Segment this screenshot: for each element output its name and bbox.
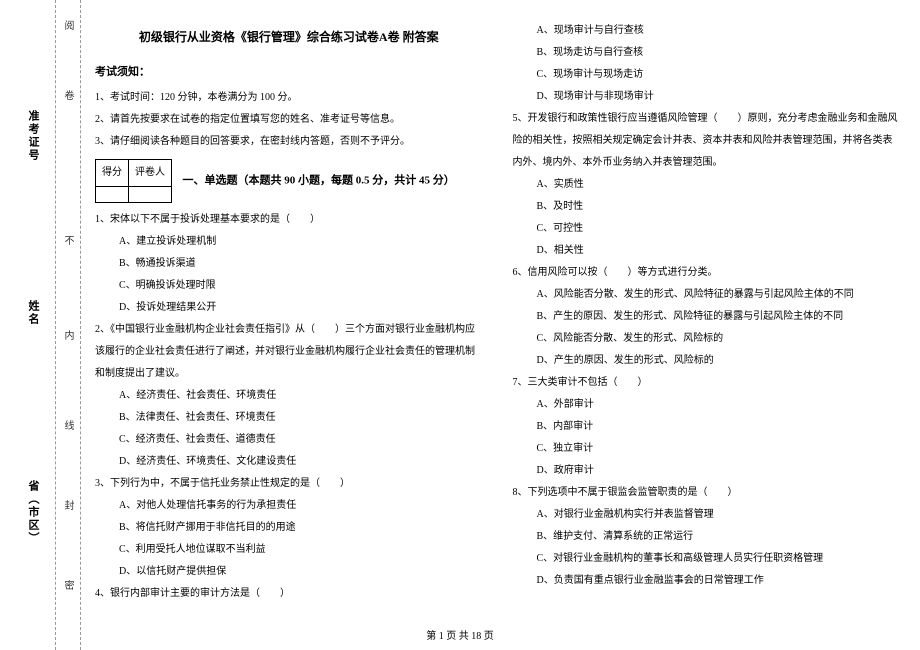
question-stem: 5、开发银行和政策性银行应当遵循风险管理（ ）原则，充分考虑金融业务和金融风险的… xyxy=(513,108,901,174)
score-cell xyxy=(96,186,129,202)
dash-label: 卷 xyxy=(60,90,75,106)
question-stem: 8、下列选项中不属于银监会监管职责的是（ ） xyxy=(513,482,901,504)
right-column: A、现场审计与自行查核B、现场走访与自行查核C、现场审计与现场走访D、现场审计与… xyxy=(513,20,901,620)
option: D、产生的原因、发生的形式、风险标的 xyxy=(537,350,901,372)
notice-heading: 考试须知： xyxy=(95,60,483,84)
exam-title: 初级银行从业资格《银行管理》综合练习试卷A卷 附答案 xyxy=(95,24,483,50)
option: A、对银行业金融机构实行并表监督管理 xyxy=(537,504,901,526)
option: A、实质性 xyxy=(537,174,901,196)
binding-sidebar: 阅 卷 不 内 线 封 密 准考证号 姓名 省（市区） xyxy=(0,0,85,650)
option: A、建立投诉处理机制 xyxy=(119,231,483,253)
notice-line: 1、考试时间：120 分钟，本卷满分为 100 分。 xyxy=(95,87,483,109)
option: B、产生的原因、发生的形式、风险特征的暴露与引起风险主体的不同 xyxy=(537,306,901,328)
option: B、内部审计 xyxy=(537,416,901,438)
option: B、维护支付、清算系统的正常运行 xyxy=(537,526,901,548)
option: B、及时性 xyxy=(537,196,901,218)
dash-label: 封 xyxy=(60,500,75,516)
score-row: 得分 评卷人 一、单选题（本题共 90 小题，每题 0.5 分，共计 45 分） xyxy=(95,153,483,209)
option: D、以信托财产提供担保 xyxy=(119,561,483,583)
page-footer: 第 1 页 共 18 页 xyxy=(0,627,920,642)
option: D、投诉处理结果公开 xyxy=(119,297,483,319)
score-table: 得分 评卷人 xyxy=(95,159,172,203)
left-column: 初级银行从业资格《银行管理》综合练习试卷A卷 附答案 考试须知： 1、考试时间：… xyxy=(95,20,483,620)
option: B、法律责任、社会责任、环境责任 xyxy=(119,407,483,429)
field-exam-id: 准考证号 xyxy=(25,110,41,162)
option: A、现场审计与自行查核 xyxy=(537,20,901,42)
question-stem: 2、《中国银行业金融机构企业社会责任指引》从（ ）三个方面对银行业金融机构应该履… xyxy=(95,319,483,385)
option: A、风险能否分散、发生的形式、风险特征的暴露与引起风险主体的不同 xyxy=(537,284,901,306)
question-stem: 6、信用风险可以按（ ）等方式进行分类。 xyxy=(513,262,901,284)
option: C、可控性 xyxy=(537,218,901,240)
option: D、相关性 xyxy=(537,240,901,262)
option: C、现场审计与现场走访 xyxy=(537,64,901,86)
dash-label: 阅 xyxy=(60,20,75,36)
option: C、经济责任、社会责任、道德责任 xyxy=(119,429,483,451)
option: D、负责国有重点银行业金融监事会的日常管理工作 xyxy=(537,570,901,592)
option: A、经济责任、社会责任、环境责任 xyxy=(119,385,483,407)
grader-cell xyxy=(129,186,172,202)
option: C、对银行业金融机构的董事长和高级管理人员实行任职资格管理 xyxy=(537,548,901,570)
section-title: 一、单选题（本题共 90 小题，每题 0.5 分，共计 45 分） xyxy=(183,174,455,186)
dash-line-1 xyxy=(55,0,56,650)
notice-line: 2、请首先按要求在试卷的指定位置填写您的姓名、准考证号等信息。 xyxy=(95,109,483,131)
option: A、外部审计 xyxy=(537,394,901,416)
grader-label: 评卷人 xyxy=(129,159,172,186)
option: D、经济责任、环境责任、文化建设责任 xyxy=(119,451,483,473)
score-label: 得分 xyxy=(96,159,129,186)
question-stem: 4、银行内部审计主要的审计方法是（ ） xyxy=(95,583,483,605)
question-stem: 1、宋体以下不属于投诉处理基本要求的是（ ） xyxy=(95,209,483,231)
dash-label: 密 xyxy=(60,580,75,596)
dash-line-2 xyxy=(80,0,81,650)
field-province: 省（市区） xyxy=(25,480,41,545)
option: B、将信托财产挪用于非信托目的的用途 xyxy=(119,517,483,539)
option: B、畅通投诉渠道 xyxy=(119,253,483,275)
notice-line: 3、请仔细阅读各种题目的回答要求，在密封线内答题，否则不予评分。 xyxy=(95,131,483,153)
dash-label: 内 xyxy=(60,330,75,346)
option: C、风险能否分散、发生的形式、风险标的 xyxy=(537,328,901,350)
dash-label: 不 xyxy=(60,235,75,251)
dash-label: 线 xyxy=(60,420,75,436)
question-stem: 3、下列行为中，不属于信托业务禁止性规定的是（ ） xyxy=(95,473,483,495)
option: D、现场审计与非现场审计 xyxy=(537,86,901,108)
option: D、政府审计 xyxy=(537,460,901,482)
question-stem: 7、三大类审计不包括（ ） xyxy=(513,372,901,394)
option: A、对他人处理信托事务的行为承担责任 xyxy=(119,495,483,517)
option: C、利用受托人地位谋取不当利益 xyxy=(119,539,483,561)
option: C、独立审计 xyxy=(537,438,901,460)
option: B、现场走访与自行查核 xyxy=(537,42,901,64)
field-name: 姓名 xyxy=(25,300,41,326)
option: C、明确投诉处理时限 xyxy=(119,275,483,297)
page-content: 初级银行从业资格《银行管理》综合练习试卷A卷 附答案 考试须知： 1、考试时间：… xyxy=(95,20,900,620)
